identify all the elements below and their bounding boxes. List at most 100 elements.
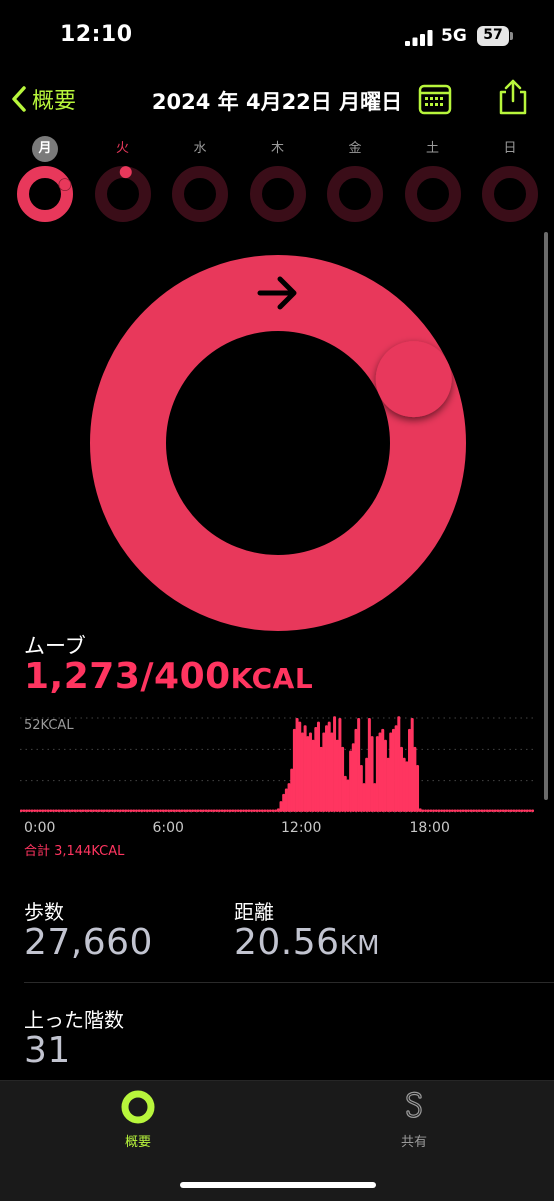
day-ring	[327, 166, 383, 222]
chart-bar	[116, 809, 120, 812]
chart-bar	[81, 809, 85, 812]
chart-bar	[140, 809, 144, 812]
chart-bar	[49, 809, 53, 812]
chart-bar	[70, 809, 74, 812]
chart-bar	[46, 809, 50, 812]
day-3[interactable]: 木	[248, 136, 308, 222]
activity-rings-icon	[121, 1090, 155, 1124]
back-button[interactable]: 概要	[10, 84, 76, 114]
chart-bar	[263, 809, 267, 812]
tab-sharing[interactable]: 共有	[354, 1089, 474, 1150]
chart-bar	[279, 801, 283, 812]
chart-bar	[381, 728, 385, 812]
chart-bar	[432, 809, 436, 812]
chart-bar	[418, 808, 422, 812]
calendar-icon[interactable]	[418, 82, 452, 116]
chart-x-tick: 12:00	[281, 820, 322, 836]
chart-bar	[325, 725, 329, 812]
chart-bar	[338, 718, 342, 812]
chart-bar	[314, 727, 318, 812]
chart-bar	[38, 809, 42, 812]
chart-bar	[169, 809, 173, 812]
day-0[interactable]: 月	[15, 136, 75, 222]
chart-bar	[375, 736, 379, 812]
day-1[interactable]: 火	[93, 136, 153, 222]
chart-bar	[172, 809, 176, 812]
network-type: 5G	[441, 26, 467, 46]
chart-bar	[177, 809, 181, 812]
chart-bar	[509, 809, 513, 812]
chart-bar	[43, 809, 47, 812]
day-ring	[249, 166, 306, 222]
chart-bar	[255, 809, 259, 812]
chart-bar	[402, 757, 406, 812]
chart-bar	[54, 809, 58, 812]
chart-bar	[35, 809, 39, 812]
chart-bar	[231, 809, 235, 812]
move-hourly-chart	[20, 716, 534, 813]
chart-bar	[472, 809, 476, 812]
chart-x-tick: 6:00	[152, 820, 184, 836]
chart-bar	[496, 809, 500, 812]
chart-bar	[493, 809, 497, 812]
chart-bar	[134, 809, 138, 812]
chart-bar	[413, 746, 417, 812]
chart-bar	[282, 793, 286, 812]
chart-bar	[405, 761, 409, 812]
chart-bar	[236, 809, 240, 812]
chart-bar	[458, 809, 462, 812]
chart-bar	[445, 809, 449, 812]
tab-sharing-label: 共有	[400, 1135, 427, 1150]
chart-bar	[525, 809, 529, 812]
chart-bar	[335, 739, 339, 812]
day-4[interactable]: 金	[325, 136, 385, 222]
chart-bar	[442, 809, 446, 812]
chart-bar	[316, 721, 320, 812]
share-icon[interactable]	[496, 78, 530, 116]
chart-bar	[225, 809, 229, 812]
chart-bar	[183, 809, 187, 812]
scrollbar[interactable]	[544, 232, 548, 800]
day-6[interactable]: 日	[480, 136, 540, 222]
back-label: 概要	[32, 89, 77, 114]
chart-bar	[234, 809, 238, 812]
chart-bar	[247, 809, 251, 812]
chart-bar	[517, 809, 521, 812]
chart-bar	[303, 725, 307, 812]
move-ring	[90, 255, 466, 631]
tab-summary-label: 概要	[124, 1135, 151, 1150]
chart-bar	[284, 788, 288, 812]
chart-bar	[343, 775, 347, 812]
move-total: 合計 3,144KCAL	[24, 844, 125, 859]
chart-bar	[391, 728, 395, 812]
day-label: 金	[348, 141, 362, 156]
chart-bar	[121, 809, 125, 812]
chart-bar	[429, 809, 433, 812]
chart-bar	[22, 809, 26, 812]
day-2[interactable]: 水	[170, 136, 230, 222]
chart-bar	[531, 809, 534, 812]
day-5[interactable]: 土	[403, 136, 463, 222]
chart-x-tick: 18:00	[409, 820, 450, 836]
chart-bar	[167, 809, 171, 812]
chart-bar	[30, 809, 34, 812]
chart-bar	[62, 809, 66, 812]
chart-bar	[124, 809, 128, 812]
chart-bar	[180, 809, 184, 812]
move-amount: 1,273/400	[24, 656, 231, 697]
chart-bar	[59, 809, 63, 812]
chart-bar	[252, 809, 256, 812]
day-ring	[482, 166, 538, 222]
chart-bar	[199, 809, 203, 812]
chart-bar	[434, 809, 438, 812]
home-indicator	[180, 1182, 376, 1188]
tab-summary[interactable]: 概要	[78, 1089, 198, 1150]
chart-bar	[145, 809, 149, 812]
chart-bar	[351, 743, 355, 812]
chart-bar	[33, 809, 37, 812]
chart-bar	[512, 809, 516, 812]
chart-bar	[161, 809, 165, 812]
chart-bar	[426, 809, 430, 812]
chart-bar	[311, 739, 315, 812]
chevron-left-icon	[12, 86, 26, 112]
